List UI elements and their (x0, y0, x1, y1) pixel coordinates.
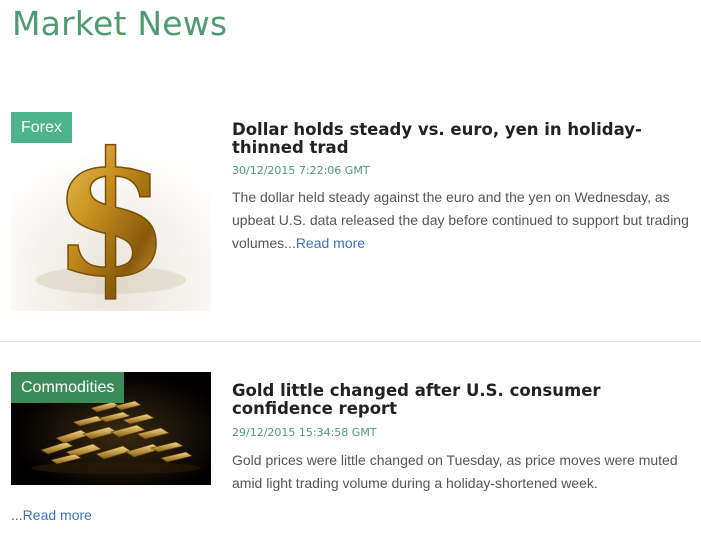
category-badge[interactable]: Commodities (11, 372, 125, 403)
article-headline[interactable]: Gold little changed after U.S. consumer … (232, 382, 692, 418)
category-badge[interactable]: Forex (11, 112, 72, 143)
article-summary: The dollar held steady against the euro … (232, 186, 694, 255)
article-thumbnail[interactable]: Commodities (11, 372, 211, 485)
article-thumbnail[interactable]: $ Forex (11, 112, 211, 311)
svg-text:$: $ (52, 115, 170, 311)
read-more-link[interactable]: Read more (23, 507, 92, 523)
read-more-link[interactable]: Read more (296, 235, 365, 251)
page-title: Market News (12, 4, 228, 43)
ellipsis-text: ... (11, 507, 23, 523)
article-summary: Gold prices were little changed on Tuesd… (232, 452, 678, 491)
trailing-read-more: ...Read more (11, 507, 92, 523)
article-date: 30/12/2015 7:22:06 GMT (232, 164, 370, 177)
article-divider (0, 341, 701, 342)
article-date: 29/12/2015 15:34:58 GMT (232, 426, 377, 439)
article-headline[interactable]: Dollar holds steady vs. euro, yen in hol… (232, 121, 692, 157)
